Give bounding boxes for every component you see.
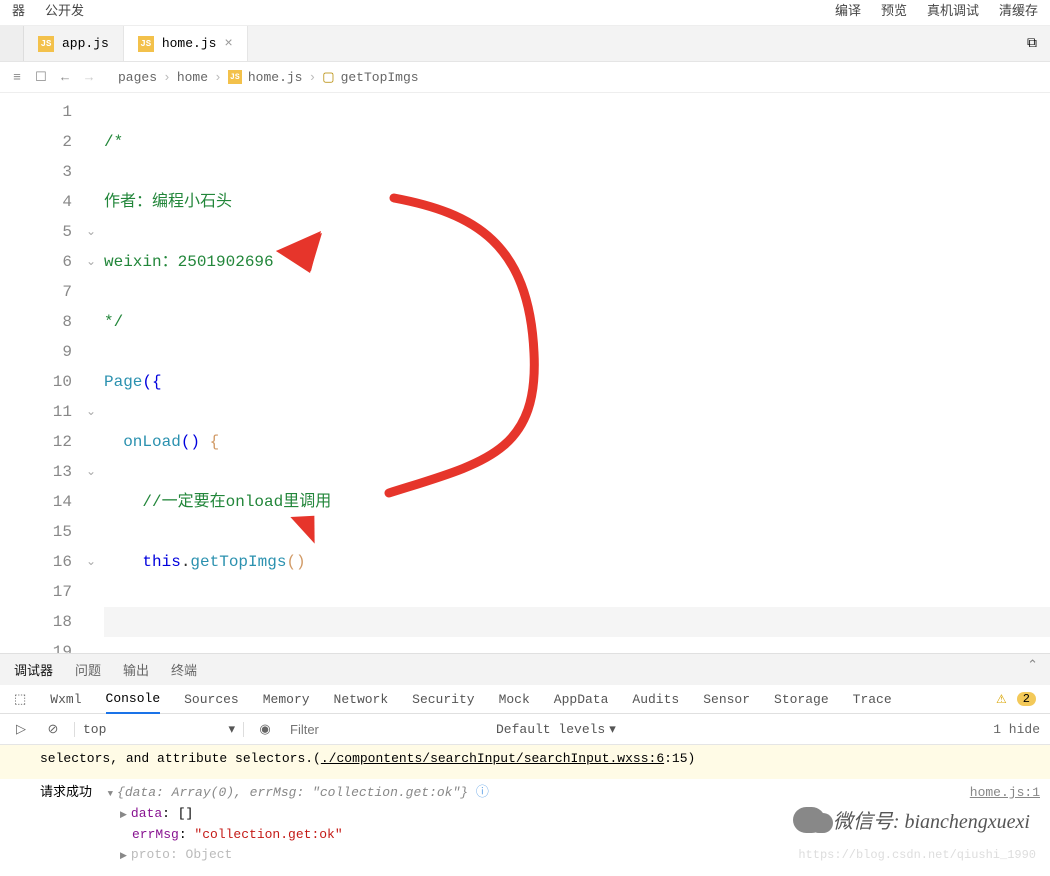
levels-select[interactable]: Default levels▾ bbox=[496, 722, 616, 737]
inspect-icon[interactable]: ⬚ bbox=[14, 692, 26, 707]
breadcrumb: ≡ ☐ ← → pages › home › JS home.js › ▢ ge… bbox=[0, 62, 1050, 93]
expand-icon[interactable] bbox=[120, 806, 131, 821]
js-icon: JS bbox=[38, 36, 54, 52]
crumb-item[interactable]: pages bbox=[118, 70, 157, 85]
back-icon[interactable]: ← bbox=[56, 68, 74, 86]
crumb-item[interactable]: home.js bbox=[248, 70, 303, 85]
tab-terminal[interactable]: 终端 bbox=[171, 660, 197, 679]
editor-tabs: JS app.js JS home.js × ⧉ bbox=[0, 26, 1050, 62]
tab-network[interactable]: Network bbox=[334, 692, 389, 707]
menu-item[interactable]: 清缓存 bbox=[999, 0, 1038, 19]
filter-input[interactable] bbox=[286, 720, 486, 739]
js-icon: JS bbox=[228, 70, 242, 84]
menu-item[interactable]: 预览 bbox=[881, 0, 907, 19]
code-editor[interactable]: 12345678910111213141516171819 /* 作者：编程小石… bbox=[0, 93, 1050, 653]
tab-memory[interactable]: Memory bbox=[263, 692, 310, 707]
tab-sources[interactable]: Sources bbox=[184, 692, 239, 707]
console-toolbar: ▷ ⊘ top▾ ◉ Default levels▾ 1 hide bbox=[0, 714, 1050, 745]
expand-icon[interactable] bbox=[108, 785, 117, 800]
tab-mock[interactable]: Mock bbox=[499, 692, 530, 707]
tab-wxml[interactable]: Wxml bbox=[50, 692, 81, 707]
context-select[interactable]: top▾ bbox=[74, 722, 244, 737]
hidden-count[interactable]: 1 hide bbox=[993, 722, 1040, 737]
chevron-down-icon: ▾ bbox=[228, 722, 235, 737]
bookmark-icon[interactable]: ☐ bbox=[32, 68, 50, 86]
code-content[interactable]: /* 作者：编程小石头 weixin：2501902696 */ Page({ … bbox=[104, 93, 1050, 653]
tab-trace[interactable]: Trace bbox=[853, 692, 892, 707]
split-editor-icon[interactable]: ⧉ bbox=[1014, 26, 1050, 61]
wechat-icon bbox=[793, 807, 825, 833]
menu-item[interactable]: 公开发 bbox=[45, 0, 84, 19]
console-warn-row: selectors, and attribute selectors.(./co… bbox=[0, 745, 1050, 779]
chevron-right-icon: › bbox=[308, 70, 316, 85]
tab-sensor[interactable]: Sensor bbox=[703, 692, 750, 707]
tab-console[interactable]: Console bbox=[106, 691, 161, 714]
tab-label: app.js bbox=[62, 36, 109, 51]
tab-debugger[interactable]: 调试器 bbox=[14, 660, 53, 679]
top-menu: 器 公开发 编译 预览 真机调试 清缓存 bbox=[0, 0, 1050, 26]
crumb-item[interactable]: getTopImgs bbox=[341, 70, 419, 85]
sidebar-gutter bbox=[0, 26, 24, 61]
method-icon: ▢ bbox=[322, 70, 334, 85]
devtools-tabs: ⬚ Wxml Console Sources Memory Network Se… bbox=[0, 685, 1050, 714]
crumb-item[interactable]: home bbox=[177, 70, 208, 85]
eye-icon[interactable]: ◉ bbox=[254, 718, 276, 740]
source-link[interactable]: home.js:1 bbox=[970, 783, 1040, 804]
menu-item[interactable]: 真机调试 bbox=[927, 0, 979, 19]
tab-problems[interactable]: 问题 bbox=[75, 660, 101, 679]
chevron-up-icon[interactable]: ⌃ bbox=[1027, 658, 1038, 673]
forward-icon[interactable]: → bbox=[80, 68, 98, 86]
list-icon[interactable]: ≡ bbox=[8, 68, 26, 86]
tab-app-js[interactable]: JS app.js bbox=[24, 26, 124, 61]
line-numbers: 12345678910111213141516171819 bbox=[0, 93, 86, 653]
tab-audits[interactable]: Audits bbox=[632, 692, 679, 707]
fold-gutter[interactable] bbox=[86, 93, 104, 653]
url-watermark: https://blog.csdn.net/qiushi_1990 bbox=[798, 848, 1036, 862]
chevron-right-icon: › bbox=[163, 70, 171, 85]
tab-label: home.js bbox=[162, 36, 217, 51]
menu-item[interactable]: 器 bbox=[12, 0, 25, 19]
chevron-right-icon: › bbox=[214, 70, 222, 85]
js-icon: JS bbox=[138, 36, 154, 52]
watermark: 微信号: bianchengxuexi bbox=[793, 805, 1030, 834]
play-icon[interactable]: ▷ bbox=[10, 718, 32, 740]
chevron-down-icon: ▾ bbox=[609, 722, 616, 737]
expand-icon[interactable] bbox=[120, 847, 131, 862]
tab-security[interactable]: Security bbox=[412, 692, 474, 707]
tab-output[interactable]: 输出 bbox=[123, 660, 149, 679]
tab-storage[interactable]: Storage bbox=[774, 692, 829, 707]
tab-appdata[interactable]: AppData bbox=[554, 692, 609, 707]
warning-icon: ⚠ bbox=[996, 692, 1007, 707]
tab-home-js[interactable]: JS home.js × bbox=[124, 26, 248, 61]
debug-tabs: 调试器 问题 输出 终端 ⌃ bbox=[0, 653, 1050, 685]
warning-count[interactable]: 2 bbox=[1017, 692, 1036, 706]
menu-item[interactable]: 编译 bbox=[835, 0, 861, 19]
clear-icon[interactable]: ⊘ bbox=[42, 718, 64, 740]
close-icon[interactable]: × bbox=[224, 36, 232, 52]
